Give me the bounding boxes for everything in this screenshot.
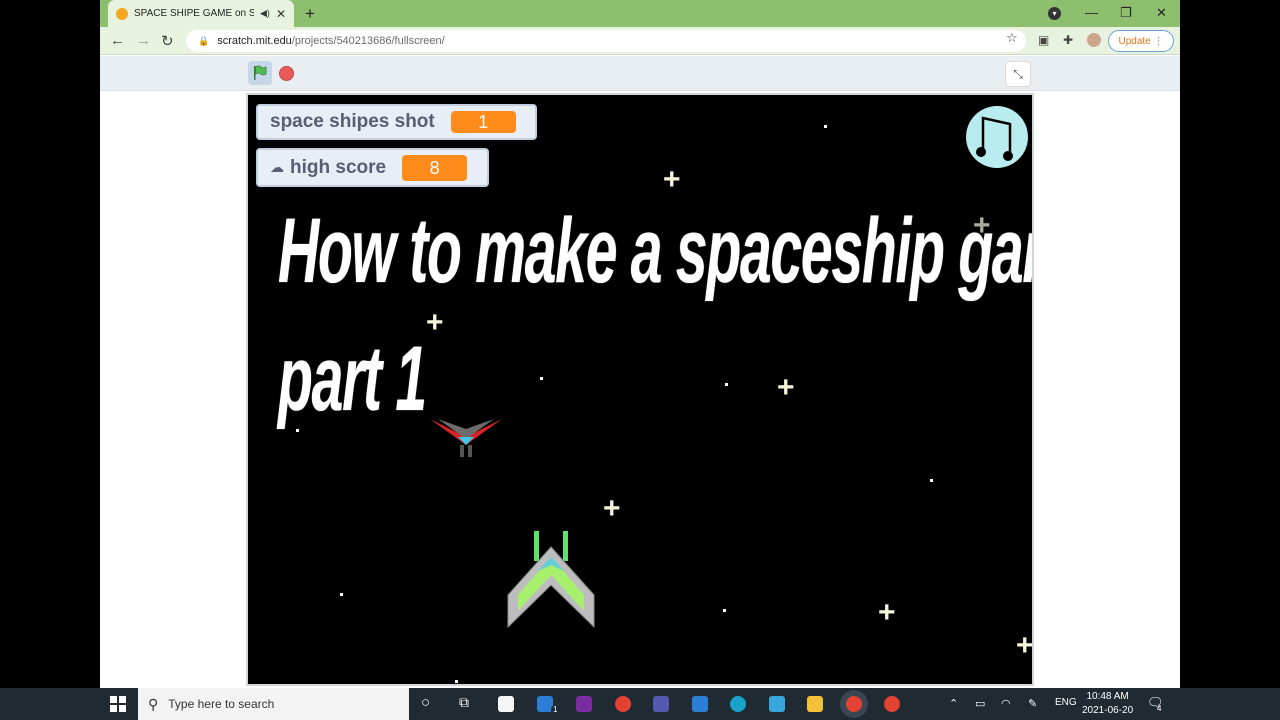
taskbar-search-placeholder: Type here to search: [168, 697, 275, 711]
update-label: Update: [1118, 35, 1151, 47]
chrome-icon[interactable]: [615, 696, 631, 712]
exit-fullscreen-button[interactable]: ⤡: [1005, 61, 1031, 87]
address-bar[interactable]: 🔒 scratch.mit.edu/projects/540213686/ful…: [186, 30, 1026, 52]
bookmark-star-icon[interactable]: ☆: [1006, 30, 1018, 46]
star-sprite: +: [603, 492, 621, 525]
star-sprite: +: [973, 209, 991, 242]
green-flag-button[interactable]: [248, 61, 272, 85]
monitor-high-score: ☁ high score 8: [256, 148, 489, 187]
star-dot: [824, 125, 827, 128]
clock-date: 2021-06-20: [1082, 705, 1134, 716]
game-stage[interactable]: space shipes shot 1 ☁ high score 8 How t…: [246, 93, 1034, 686]
extension-icon[interactable]: ▣: [1038, 33, 1049, 47]
browser-window: SPACE SHIPE GAME on Scrat... ◀) ✕ + ▾ — …: [100, 0, 1180, 688]
scratch-controls-bar: ⤡: [100, 56, 1180, 91]
extensions-puzzle-icon[interactable]: ✚: [1063, 33, 1073, 47]
close-tab-icon[interactable]: ✕: [276, 7, 286, 21]
minimize-icon[interactable]: —: [1085, 5, 1098, 20]
exit-fullscreen-icon: ⤡: [1013, 66, 1023, 81]
monitor-high-score-value: 8: [402, 154, 468, 181]
show-hidden-icons-icon[interactable]: ⌃: [949, 697, 958, 710]
star-dot: [725, 383, 728, 386]
title-text-line2: part 1: [278, 328, 427, 430]
scratch-favicon-icon: [116, 7, 128, 20]
monitor-ships-shot: space shipes shot 1: [256, 104, 537, 140]
wifi-icon[interactable]: ◠: [1001, 697, 1011, 710]
notification-badge: 4: [1157, 704, 1162, 713]
star-dot: [455, 680, 458, 683]
profile-avatar[interactable]: [1087, 33, 1101, 47]
star-dot: [723, 609, 726, 612]
windows-taskbar: ⚲ Type here to search ○ ⧉ 1 ⌃ ▭ ◠ ✎ ENG …: [0, 688, 1280, 720]
window-close-icon[interactable]: ✕: [1156, 5, 1167, 21]
music-note-icon: [976, 116, 1013, 161]
monitor-ships-shot-value: 1: [450, 111, 516, 133]
star-sprite: +: [878, 596, 896, 629]
green-flag-icon: [254, 65, 267, 80]
star-sprite: +: [663, 163, 681, 196]
app-window-icon[interactable]: [769, 696, 785, 712]
url-domain: scratch.mit.edu: [217, 35, 292, 47]
player-spaceship-sprite: [507, 531, 595, 629]
music-button[interactable]: [966, 106, 1028, 168]
stop-button[interactable]: [279, 66, 294, 81]
update-button[interactable]: Update ⋮: [1108, 30, 1174, 52]
tab-strip: SPACE SHIPE GAME on Scrat... ◀) ✕ + ▾ — …: [100, 0, 1180, 27]
star-dot: [340, 593, 343, 596]
windows-start-icon[interactable]: [110, 696, 126, 712]
chrome-profile-icon[interactable]: [884, 696, 900, 712]
task-view-icon[interactable]: ⧉: [459, 694, 469, 711]
pen-icon[interactable]: ✎: [1028, 697, 1037, 710]
star-dot: [296, 429, 299, 432]
star-sprite: +: [1016, 629, 1034, 662]
browser-toolbar: ← → ↻ 🔒 scratch.mit.edu/projects/5402136…: [100, 27, 1180, 55]
url-path: /projects/540213686/fullscreen/: [291, 35, 445, 47]
monitor-high-score-label: high score: [290, 156, 387, 178]
search-icon: ⚲: [148, 695, 159, 712]
lock-icon: 🔒: [198, 35, 210, 46]
edge-icon[interactable]: [730, 696, 746, 712]
forward-icon[interactable]: →: [136, 32, 151, 49]
star-dot: [930, 479, 933, 482]
battery-icon[interactable]: ▭: [975, 697, 985, 710]
restore-icon[interactable]: ❐: [1120, 5, 1132, 21]
star-sprite: +: [426, 306, 444, 339]
language-indicator[interactable]: ENG: [1055, 697, 1077, 708]
app-icon[interactable]: [692, 696, 708, 712]
audio-playing-icon[interactable]: ◀): [260, 8, 270, 19]
store-icon[interactable]: [498, 696, 514, 712]
tab-title: SPACE SHIPE GAME on Scrat...: [134, 8, 255, 19]
mail-badge: 1: [551, 705, 560, 714]
browser-tab[interactable]: SPACE SHIPE GAME on Scrat... ◀) ✕: [108, 0, 294, 27]
clock-time: 10:48 AM: [1086, 691, 1129, 702]
taskbar-search-box[interactable]: ⚲ Type here to search: [138, 688, 409, 720]
file-explorer-icon[interactable]: [807, 696, 823, 712]
cloud-icon: ☁: [270, 159, 284, 175]
star-sprite: +: [777, 371, 795, 404]
monitor-ships-shot-label: space shipes shot: [270, 111, 435, 132]
new-tab-icon[interactable]: +: [305, 4, 315, 24]
chrome-active-icon[interactable]: [846, 696, 862, 712]
onenote-icon[interactable]: [576, 696, 592, 712]
back-icon[interactable]: ←: [110, 32, 125, 49]
taskbar-clock[interactable]: 10:48 AM 2021-06-20: [1082, 690, 1133, 718]
cortana-icon[interactable]: ○: [421, 694, 430, 711]
reload-icon[interactable]: ↻: [161, 32, 174, 50]
title-text-line1: How to make a spaceship game on scratch!: [278, 200, 1032, 302]
enemy-spaceship-sprite: [430, 419, 502, 457]
tab-search-icon[interactable]: ▾: [1048, 7, 1061, 20]
teams-icon[interactable]: [653, 696, 669, 712]
star-dot: [540, 377, 543, 380]
